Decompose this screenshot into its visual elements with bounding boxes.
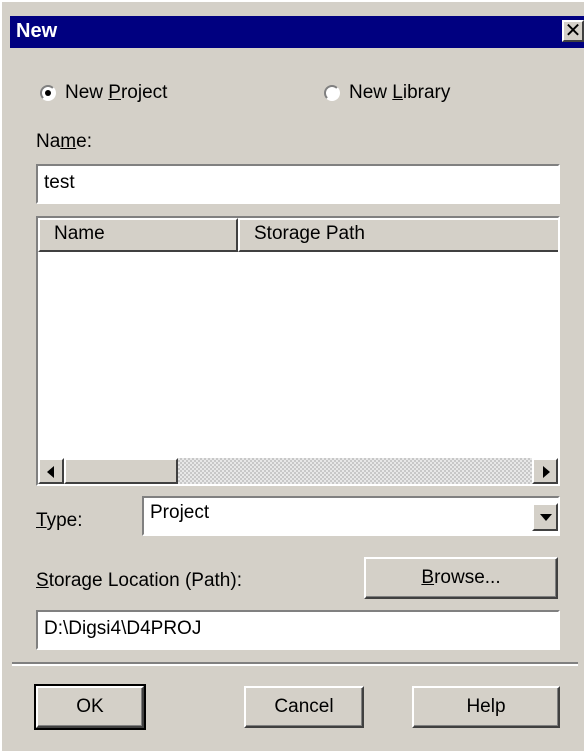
browse-button-mnemonic: B bbox=[421, 567, 435, 588]
horizontal-scrollbar[interactable] bbox=[38, 458, 558, 484]
name-label-prefix: Na bbox=[36, 131, 61, 152]
storage-location-label-mnemonic: S bbox=[36, 570, 49, 591]
new-library-label[interactable]: New Library bbox=[349, 82, 450, 104]
name-label: Name: bbox=[36, 131, 92, 153]
separator bbox=[12, 662, 578, 666]
storage-location-label-suffix: torage Location (Path): bbox=[48, 570, 242, 591]
help-button[interactable]: Help bbox=[412, 686, 560, 728]
new-project-label-mnemonic: P bbox=[108, 82, 121, 103]
new-dialog: New ✕ New Project New Library Name: test… bbox=[0, 0, 584, 751]
new-library-label-suffix: ibrary bbox=[402, 82, 451, 103]
storage-location-input[interactable]: D:\Digsi4\D4PROJ bbox=[36, 610, 560, 650]
title-bar[interactable]: New ✕ bbox=[10, 16, 584, 48]
close-button[interactable]: ✕ bbox=[562, 20, 584, 42]
new-library-label-mnemonic: L bbox=[392, 82, 403, 103]
column-header-storage-path[interactable]: Storage Path bbox=[238, 218, 558, 252]
new-project-label-suffix: roject bbox=[120, 82, 168, 103]
name-label-suffix: e: bbox=[76, 131, 92, 152]
new-project-label-prefix: New bbox=[65, 82, 109, 103]
type-dropdown-button[interactable] bbox=[532, 503, 558, 531]
chevron-down-icon bbox=[540, 514, 552, 521]
arrow-right-icon bbox=[543, 466, 550, 478]
scroll-thumb[interactable] bbox=[64, 458, 178, 484]
name-label-mnemonic: m bbox=[60, 131, 77, 152]
cancel-button[interactable]: Cancel bbox=[244, 686, 364, 728]
new-library-label-prefix: New bbox=[349, 82, 393, 103]
browse-button[interactable]: Browse... bbox=[364, 557, 558, 599]
ok-button[interactable]: OK bbox=[34, 684, 146, 730]
type-select[interactable]: Project bbox=[142, 496, 560, 536]
scroll-left-button[interactable] bbox=[38, 458, 64, 484]
dialog-title: New bbox=[16, 20, 58, 42]
new-project-radio[interactable] bbox=[40, 85, 56, 101]
project-list[interactable]: Name Storage Path bbox=[36, 216, 560, 486]
column-header-name[interactable]: Name bbox=[38, 218, 238, 252]
type-label-mnemonic: T bbox=[36, 510, 47, 531]
close-icon: ✕ bbox=[564, 20, 582, 42]
new-project-label[interactable]: New Project bbox=[65, 82, 167, 104]
scroll-right-button[interactable] bbox=[532, 458, 558, 484]
new-library-radio[interactable] bbox=[324, 85, 340, 101]
browse-button-label: rowse... bbox=[434, 567, 501, 588]
arrow-left-icon bbox=[47, 466, 54, 478]
name-input[interactable]: test bbox=[36, 164, 560, 204]
type-label-suffix: ype: bbox=[46, 510, 83, 531]
storage-location-label: Storage Location (Path): bbox=[36, 570, 242, 592]
type-label: Type: bbox=[36, 510, 82, 532]
type-select-value: Project bbox=[150, 502, 210, 523]
